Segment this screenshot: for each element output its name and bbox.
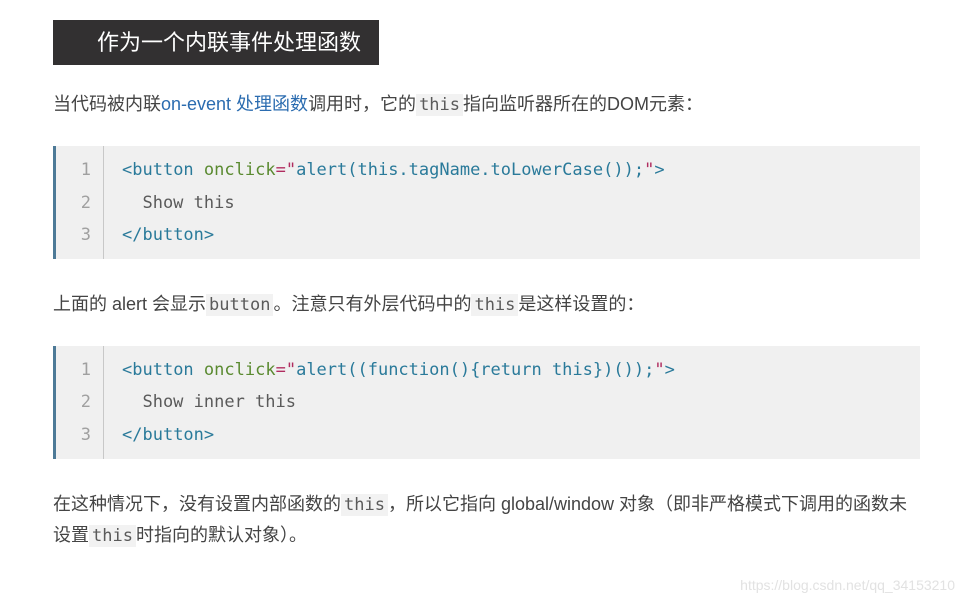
line-number: 2 [56,187,103,219]
punct: = [276,160,286,180]
tag-close: > [204,425,214,445]
text: 调用时，它的 [308,94,416,114]
attr-name: onclick [204,360,276,380]
text: 是这样设置的： [518,294,644,314]
line-number: 2 [56,386,103,418]
tag-close: > [204,225,214,245]
text: 上面的 alert 会显示 [53,294,206,314]
code-content: <button onclick="alert((function(){retur… [104,346,675,459]
code-block-1: 1 2 3 <button onclick="alert(this.tagNam… [53,146,920,259]
paragraph-1: 当代码被内联on-event 处理函数调用时，它的this指向监听器所在的DOM… [53,89,920,120]
code-line: </button> [122,219,665,251]
punct: = [276,360,286,380]
code-line: Show inner this [122,386,675,418]
attr-value: alert((function(){return this})()); [296,360,654,380]
on-event-link[interactable]: on-event 处理函数 [161,94,308,114]
code-block-2: 1 2 3 <button onclick="alert((function()… [53,346,920,459]
line-numbers: 1 2 3 [56,346,104,459]
attr-name: onclick [204,160,276,180]
text: 当代码被内联 [53,94,161,114]
code-content: <button onclick="alert(this.tagName.toLo… [104,146,665,259]
line-number: 1 [56,154,103,186]
paragraph-2: 上面的 alert 会显示button。注意只有外层代码中的this是这样设置的… [53,289,920,320]
tag-close: > [654,160,664,180]
tag-name: button [142,425,203,445]
inline-code-button: button [206,294,273,316]
inline-code-this: this [416,94,463,116]
tag-name: button [132,160,193,180]
tag-open: </ [122,425,142,445]
inline-code-this: this [89,525,136,547]
text: 指向监听器所在的DOM元素： [463,94,703,114]
text: 在这种情况下，没有设置内部函数的 [53,494,341,514]
tag-name: button [142,225,203,245]
code-line: Show this [122,187,665,219]
text: 时指向的默认对象）。 [136,525,307,545]
tag-close: > [665,360,675,380]
inline-code-this: this [471,294,518,316]
code-line: <button onclick="alert((function(){retur… [122,354,675,386]
line-numbers: 1 2 3 [56,146,104,259]
code-line: </button> [122,419,675,451]
attr-value: alert(this.tagName.toLowerCase()); [296,160,644,180]
line-number: 3 [56,219,103,251]
section-heading: 作为一个内联事件处理函数 [53,20,379,65]
quote: " [286,360,296,380]
text: 。注意只有外层代码中的 [273,294,471,314]
quote: " [654,360,664,380]
quote: " [644,160,654,180]
inline-code-this: this [341,494,388,516]
line-number: 3 [56,419,103,451]
tag-name: button [132,360,193,380]
watermark: https://blog.csdn.net/qq_34153210 [740,574,955,598]
quote: " [286,160,296,180]
tag-open: < [122,160,132,180]
tag-open: </ [122,225,142,245]
tag-open: < [122,360,132,380]
paragraph-3: 在这种情况下，没有设置内部函数的this，所以它指向 global/window… [53,489,920,551]
code-line: <button onclick="alert(this.tagName.toLo… [122,154,665,186]
line-number: 1 [56,354,103,386]
